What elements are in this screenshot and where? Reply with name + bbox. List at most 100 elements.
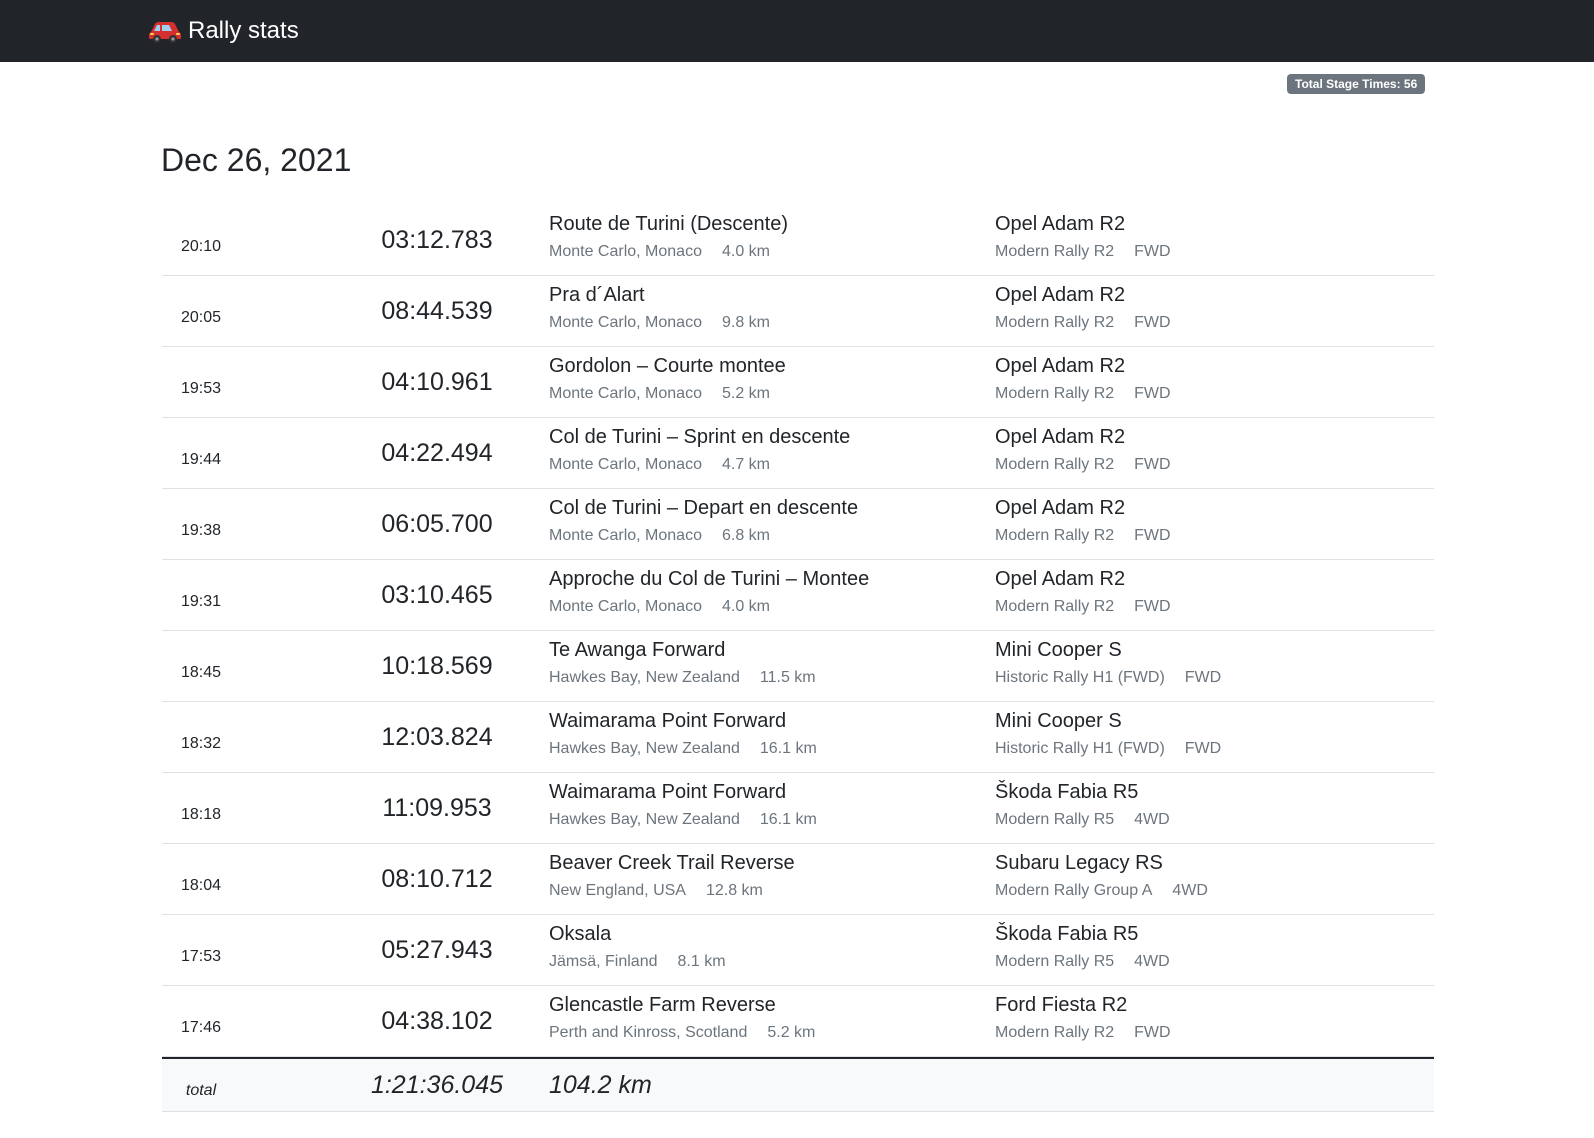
stage-details: Monte Carlo, Monaco 5.2 km <box>549 383 786 405</box>
car-class: Modern Rally Group A <box>995 882 1153 899</box>
stage-details: Hawkes Bay, New Zealand 16.1 km <box>549 809 817 831</box>
run-time: 19:38 <box>180 522 222 539</box>
stage-name: Waimarama Point Forward <box>549 710 787 732</box>
car-details: Modern Rally Group A 4WD <box>995 880 1208 902</box>
run-time: 19:53 <box>180 380 222 397</box>
stage-details: New England, USA 12.8 km <box>549 880 795 902</box>
stage-location: Monte Carlo, Monaco <box>549 314 702 331</box>
car-info: Ford Fiesta R2 Modern Rally R2 FWD <box>995 992 1171 1044</box>
stage-info: Beaver Creek Trail Reverse New England, U… <box>549 850 795 902</box>
car-drivetrain: FWD <box>1134 456 1171 473</box>
car-drivetrain: FWD <box>1134 314 1171 331</box>
stage-name: Col de Turini – Depart en descente <box>549 497 859 519</box>
car-name: Opel Adam R2 <box>995 284 1126 306</box>
run-time: 20:05 <box>180 309 222 326</box>
car-class: Modern Rally R2 <box>995 1024 1115 1041</box>
table-row: 17:46 04:38.102 Glencastle Farm Reverse Per… <box>162 986 1434 1057</box>
run-duration: 04:38.102 <box>381 1007 493 1035</box>
navbar: Rally stats <box>0 0 1594 62</box>
car-drivetrain: FWD <box>1134 598 1171 615</box>
car-drivetrain: FWD <box>1134 527 1171 544</box>
run-duration: 08:44.539 <box>381 297 493 325</box>
run-time: 20:10 <box>180 238 222 255</box>
car-details: Modern Rally R2 FWD <box>995 454 1171 476</box>
app-title: Rally stats <box>188 17 299 44</box>
stage-location: Monte Carlo, Monaco <box>549 385 702 402</box>
total-distance: 104.2 km <box>549 1071 652 1099</box>
run-duration: 10:18.569 <box>381 652 493 680</box>
car-class: Modern Rally R5 <box>995 811 1115 828</box>
car-drivetrain: 4WD <box>1172 882 1208 899</box>
car-info: Škoda Fabia R5 Modern Rally R5 4WD <box>995 779 1170 831</box>
table-row: 20:05 08:44.539 Pra d´Alart Monte Carlo, Mo… <box>162 276 1434 347</box>
stage-details: Monte Carlo, Monaco 4.0 km <box>549 596 869 618</box>
brand-link[interactable]: Rally stats <box>148 14 299 48</box>
car-class: Modern Rally R2 <box>995 456 1115 473</box>
car-drivetrain: 4WD <box>1134 953 1170 970</box>
stage-name: Beaver Creek Trail Reverse <box>549 852 795 874</box>
car-name: Opel Adam R2 <box>995 497 1126 519</box>
stage-name: Approche du Col de Turini – Montee <box>549 568 870 590</box>
car-class: Historic Rally H1 (FWD) <box>995 669 1165 686</box>
car-info: Opel Adam R2 Modern Rally R2 FWD <box>995 424 1171 476</box>
stage-info: Waimarama Point Forward Hawkes Bay, New Z… <box>549 708 817 760</box>
car-details: Modern Rally R2 FWD <box>995 596 1171 618</box>
car-class: Modern Rally R2 <box>995 527 1115 544</box>
stage-distance: 16.1 km <box>759 740 817 757</box>
stage-details: Hawkes Bay, New Zealand 16.1 km <box>549 738 817 760</box>
stage-info: Waimarama Point Forward Hawkes Bay, New Z… <box>549 779 817 831</box>
stage-name: Pra d´Alart <box>549 284 645 306</box>
stage-location: Jämsä, Finland <box>549 953 658 970</box>
stage-distance: 5.2 km <box>767 1024 816 1041</box>
stage-location: Hawkes Bay, New Zealand <box>549 740 740 757</box>
stage-name: Col de Turini – Sprint en descente <box>549 426 851 448</box>
car-details: Modern Rally R2 FWD <box>995 525 1171 547</box>
table-row: 19:38 06:05.700 Col de Turini – Depart en … <box>162 489 1434 560</box>
run-duration: 03:12.783 <box>381 226 493 254</box>
table-row: 19:44 04:22.494 Col de Turini – Sprint en … <box>162 418 1434 489</box>
table-row: 20:10 03:12.783 Route de Turini (Descente)… <box>162 205 1434 276</box>
stage-details: Monte Carlo, Monaco 6.8 km <box>549 525 858 547</box>
stage-distance: 12.8 km <box>705 882 763 899</box>
stage-location: Monte Carlo, Monaco <box>549 456 702 473</box>
run-time: 19:31 <box>180 593 222 610</box>
stage-details: Jämsä, Finland 8.1 km <box>549 951 726 973</box>
car-details: Historic Rally H1 (FWD) FWD <box>995 667 1221 689</box>
car-class: Historic Rally H1 (FWD) <box>995 740 1165 757</box>
run-time: 18:32 <box>180 735 222 752</box>
stage-info: Approche du Col de Turini – Montee Monte … <box>549 566 869 618</box>
stage-details: Monte Carlo, Monaco 9.8 km <box>549 312 770 334</box>
run-time: 18:18 <box>180 806 222 823</box>
car-name: Škoda Fabia R5 <box>995 923 1139 945</box>
car-info: Opel Adam R2 Modern Rally R2 FWD <box>995 211 1171 263</box>
table-row: 18:32 12:03.824 Waimarama Point Forward Haw… <box>162 702 1434 773</box>
car-info: Škoda Fabia R5 Modern Rally R5 4WD <box>995 921 1170 973</box>
car-details: Modern Rally R5 4WD <box>995 809 1170 831</box>
car-name: Opel Adam R2 <box>995 568 1126 590</box>
car-drivetrain: FWD <box>1184 740 1222 757</box>
stage-name: Gordolon – Courte montee <box>549 355 786 377</box>
stage-location: Hawkes Bay, New Zealand <box>549 811 740 828</box>
car-info: Subaru Legacy RS Modern Rally Group A 4WD <box>995 850 1208 902</box>
car-drivetrain: FWD <box>1134 385 1171 402</box>
car-info: Opel Adam R2 Modern Rally R2 FWD <box>995 566 1171 618</box>
table-row: 17:53 05:27.943 Oksala Jämsä, Finland 8.1 km… <box>162 915 1434 986</box>
run-duration: 08:10.712 <box>381 865 493 893</box>
car-name: Subaru Legacy RS <box>995 852 1163 874</box>
car-name: Opel Adam R2 <box>995 426 1126 448</box>
car-info: Opel Adam R2 Modern Rally R2 FWD <box>995 353 1171 405</box>
stage-location: New England, USA <box>549 882 686 899</box>
stage-location: Perth and Kinross, Scotland <box>549 1024 748 1041</box>
stage-times-table: 20:10 03:12.783 Route de Turini (Descente)… <box>162 205 1434 1112</box>
table-row: 18:18 11:09.953 Waimarama Point Forward Haw… <box>162 773 1434 844</box>
stage-location: Monte Carlo, Monaco <box>549 527 702 544</box>
stage-location: Hawkes Bay, New Zealand <box>549 669 740 686</box>
stage-name: Waimarama Point Forward <box>549 781 787 803</box>
stage-info: Oksala Jämsä, Finland 8.1 km <box>549 921 726 973</box>
stage-distance: 4.7 km <box>721 456 770 473</box>
car-info: Mini Cooper S Historic Rally H1 (FWD) FWD <box>995 708 1221 760</box>
car-drivetrain: 4WD <box>1134 811 1170 828</box>
run-time: 17:46 <box>180 1019 222 1036</box>
red-car-icon <box>149 22 181 43</box>
car-info: Mini Cooper S Historic Rally H1 (FWD) FWD <box>995 637 1221 689</box>
